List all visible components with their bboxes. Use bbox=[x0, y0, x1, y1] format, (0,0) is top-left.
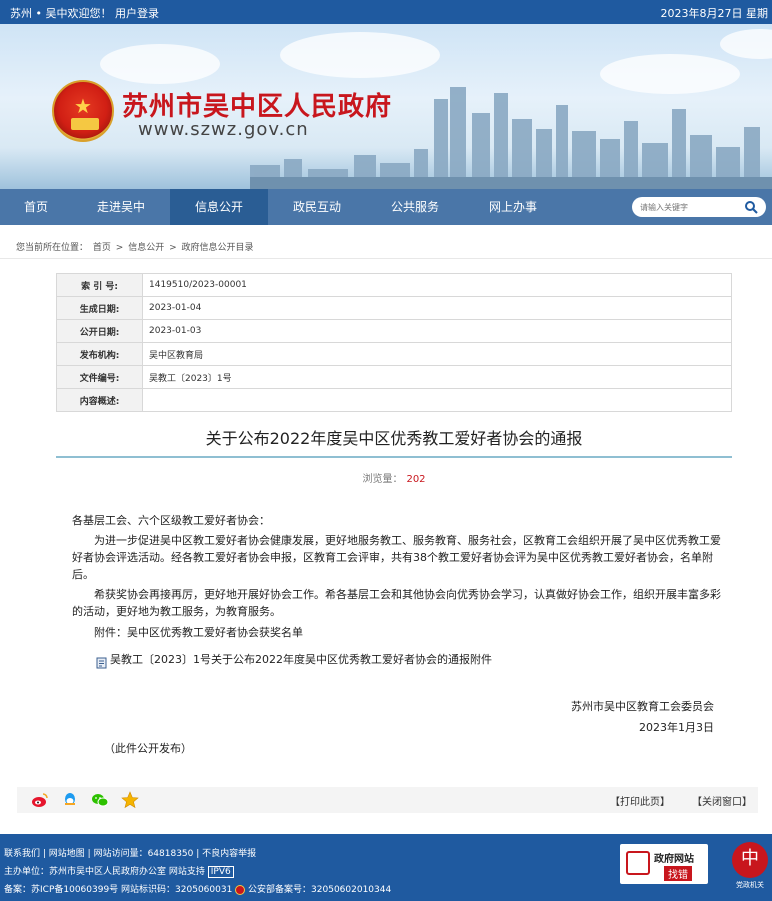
footer-link-report[interactable]: 不良内容举报 bbox=[202, 849, 256, 859]
qq-icon[interactable] bbox=[61, 791, 79, 809]
city-skyline-image bbox=[250, 87, 772, 189]
sponsor-text: 主办单位：苏州市吴中区人民政府办公室 网站支持 bbox=[4, 867, 205, 877]
salutation: 各基层工会、六个区级教工爱好者协会： bbox=[72, 514, 270, 527]
attachment-line: 附件：吴中区优秀教工爱好者协会获奖名单 bbox=[94, 626, 303, 639]
sign-date: 2023年1月3日 bbox=[639, 721, 714, 734]
meta-value: 2023-01-04 bbox=[142, 296, 732, 320]
party-gov-seal-icon: 中 bbox=[732, 842, 768, 878]
badge-title: 政府网站 bbox=[654, 854, 694, 865]
document-icon bbox=[96, 657, 107, 669]
nav-item-home[interactable]: 首页 bbox=[0, 189, 72, 225]
breadcrumb-label: 您当前所在位置： bbox=[16, 243, 89, 253]
close-window-button[interactable]: 【关闭窗口】 bbox=[692, 793, 752, 808]
share-bar: 【打印此页】 【关闭窗口】 bbox=[17, 787, 758, 813]
document-metadata-table: 索 引 号: 1419510/2023-00001 生成日期: 2023-01-… bbox=[56, 273, 732, 412]
search-input[interactable] bbox=[638, 199, 738, 215]
view-count: 浏览量： 202 bbox=[56, 470, 732, 485]
nav-item-public-service[interactable]: 公共服务 bbox=[366, 189, 464, 225]
nav-item-interaction[interactable]: 政民互动 bbox=[268, 189, 366, 225]
breadcrumb-sep: > bbox=[115, 243, 124, 253]
publish-note: （此件公开发布） bbox=[104, 742, 192, 755]
icp-text[interactable]: 备案：苏ICP备10060399号 网站标识码：3205060031 bbox=[4, 885, 232, 895]
document-title: 关于公布2022年度吴中区优秀教工爱好者协会的通报 bbox=[205, 429, 583, 448]
badge-subtitle: 找错 bbox=[664, 866, 692, 881]
header-banner: ★ 苏州市吴中区人民政府 www.szwz.gov.cn bbox=[0, 24, 772, 189]
footer-sponsor: 主办单位：苏州市吴中区人民政府办公室 网站支持 IPV6 bbox=[4, 864, 234, 878]
police-record-text[interactable]: 公安部备案号：32050602010344 bbox=[248, 885, 391, 895]
meta-key: 内容概述: bbox=[56, 388, 143, 412]
breadcrumb-item-home[interactable]: 首页 bbox=[93, 243, 111, 253]
meta-value: 吴中区教育局 bbox=[142, 342, 732, 366]
footer-link-sitemap[interactable]: 网站地图 bbox=[49, 849, 85, 859]
nav-item-info-disclosure[interactable]: 信息公开 bbox=[170, 189, 268, 225]
ipv6-badge: IPV6 bbox=[207, 866, 234, 878]
footer-links: 联系我们 | 网站地图 | 网站访问量：64818350 | 不良内容举报 bbox=[4, 849, 257, 859]
meta-key: 文件编号: bbox=[56, 365, 143, 389]
footer-icp: 备案：苏ICP备10060399号 网站标识码：3205060031 公安部备案… bbox=[4, 882, 391, 895]
meta-value: 1419510/2023-00001 bbox=[142, 273, 732, 297]
gov-site-error-report-badge[interactable]: 政府网站 找错 bbox=[620, 844, 708, 884]
meta-key: 生成日期: bbox=[56, 296, 143, 320]
meta-key: 发布机构: bbox=[56, 342, 143, 366]
welcome-text[interactable]: 苏州 • 吴中欢迎您！ 用户登录 bbox=[10, 5, 159, 21]
breadcrumb-sep: > bbox=[169, 243, 177, 253]
national-emblem-icon: ★ bbox=[52, 80, 114, 142]
favorite-star-icon[interactable] bbox=[121, 791, 139, 809]
wechat-icon[interactable] bbox=[91, 791, 109, 809]
table-row: 发布机构: 吴中区教育局 bbox=[56, 342, 732, 366]
divider bbox=[0, 258, 772, 259]
table-row: 生成日期: 2023-01-04 bbox=[56, 296, 732, 320]
print-page-button[interactable]: 【打印此页】 bbox=[610, 793, 670, 808]
body-paragraph: 为进一步促进吴中区教工爱好者协会健康发展，更好地服务教工、服务教育、服务社会，区… bbox=[72, 534, 721, 581]
view-count-value: 202 bbox=[406, 474, 426, 485]
top-bar: 苏州 • 吴中欢迎您！ 用户登录 2023年8月27日 星期 bbox=[0, 0, 772, 24]
weibo-icon[interactable] bbox=[31, 791, 49, 809]
party-gov-agency-badge[interactable]: 中 党政机关 bbox=[730, 842, 770, 889]
search-box bbox=[632, 197, 766, 217]
nav-item-about-wuzhong[interactable]: 走进吴中 bbox=[72, 189, 170, 225]
table-row: 索 引 号: 1419510/2023-00001 bbox=[56, 273, 732, 297]
body-paragraph: 希获奖协会再接再厉，更好地开展好协会工作。希各基层工会和其他协会向优秀协会学习，… bbox=[72, 588, 721, 618]
table-row: 文件编号: 吴教工〔2023〕1号 bbox=[56, 365, 732, 389]
meta-value: 2023-01-03 bbox=[142, 319, 732, 343]
footer-link-contact[interactable]: 联系我们 bbox=[4, 849, 40, 859]
view-count-label: 浏览量： bbox=[362, 474, 403, 485]
title-divider bbox=[56, 456, 732, 458]
breadcrumb-item-catalog[interactable]: 政府信息公开目录 bbox=[182, 243, 254, 253]
breadcrumb-item-info[interactable]: 信息公开 bbox=[128, 243, 164, 253]
date-text: 2023年8月27日 星期 bbox=[660, 7, 769, 20]
meta-value: 吴教工〔2023〕1号 bbox=[142, 365, 732, 389]
breadcrumb: 您当前所在位置： 首页 > 信息公开 > 政府信息公开目录 bbox=[16, 240, 256, 253]
meta-key: 索 引 号: bbox=[56, 273, 143, 297]
footer: 联系我们 | 网站地图 | 网站访问量：64818350 | 不良内容举报 主办… bbox=[0, 834, 772, 901]
badge-caption: 党政机关 bbox=[736, 881, 764, 889]
police-badge-icon bbox=[235, 884, 246, 895]
meta-value bbox=[142, 388, 732, 412]
attachment-link[interactable]: 吴教工〔2023〕1号关于公布2022年度吴中区优秀教工爱好者协会的通报附件 bbox=[110, 651, 492, 667]
table-row: 公开日期: 2023-01-03 bbox=[56, 319, 732, 343]
gov-site-logo-icon bbox=[626, 851, 650, 875]
search-icon[interactable] bbox=[744, 200, 758, 214]
signer: 苏州市吴中区教育工会委员会 bbox=[571, 700, 714, 713]
meta-key: 公开日期: bbox=[56, 319, 143, 343]
footer-visit-count: 网站访问量：64818350 bbox=[93, 849, 194, 859]
nav-item-online-service[interactable]: 网上办事 bbox=[464, 189, 562, 225]
table-row: 内容概述: bbox=[56, 388, 732, 412]
